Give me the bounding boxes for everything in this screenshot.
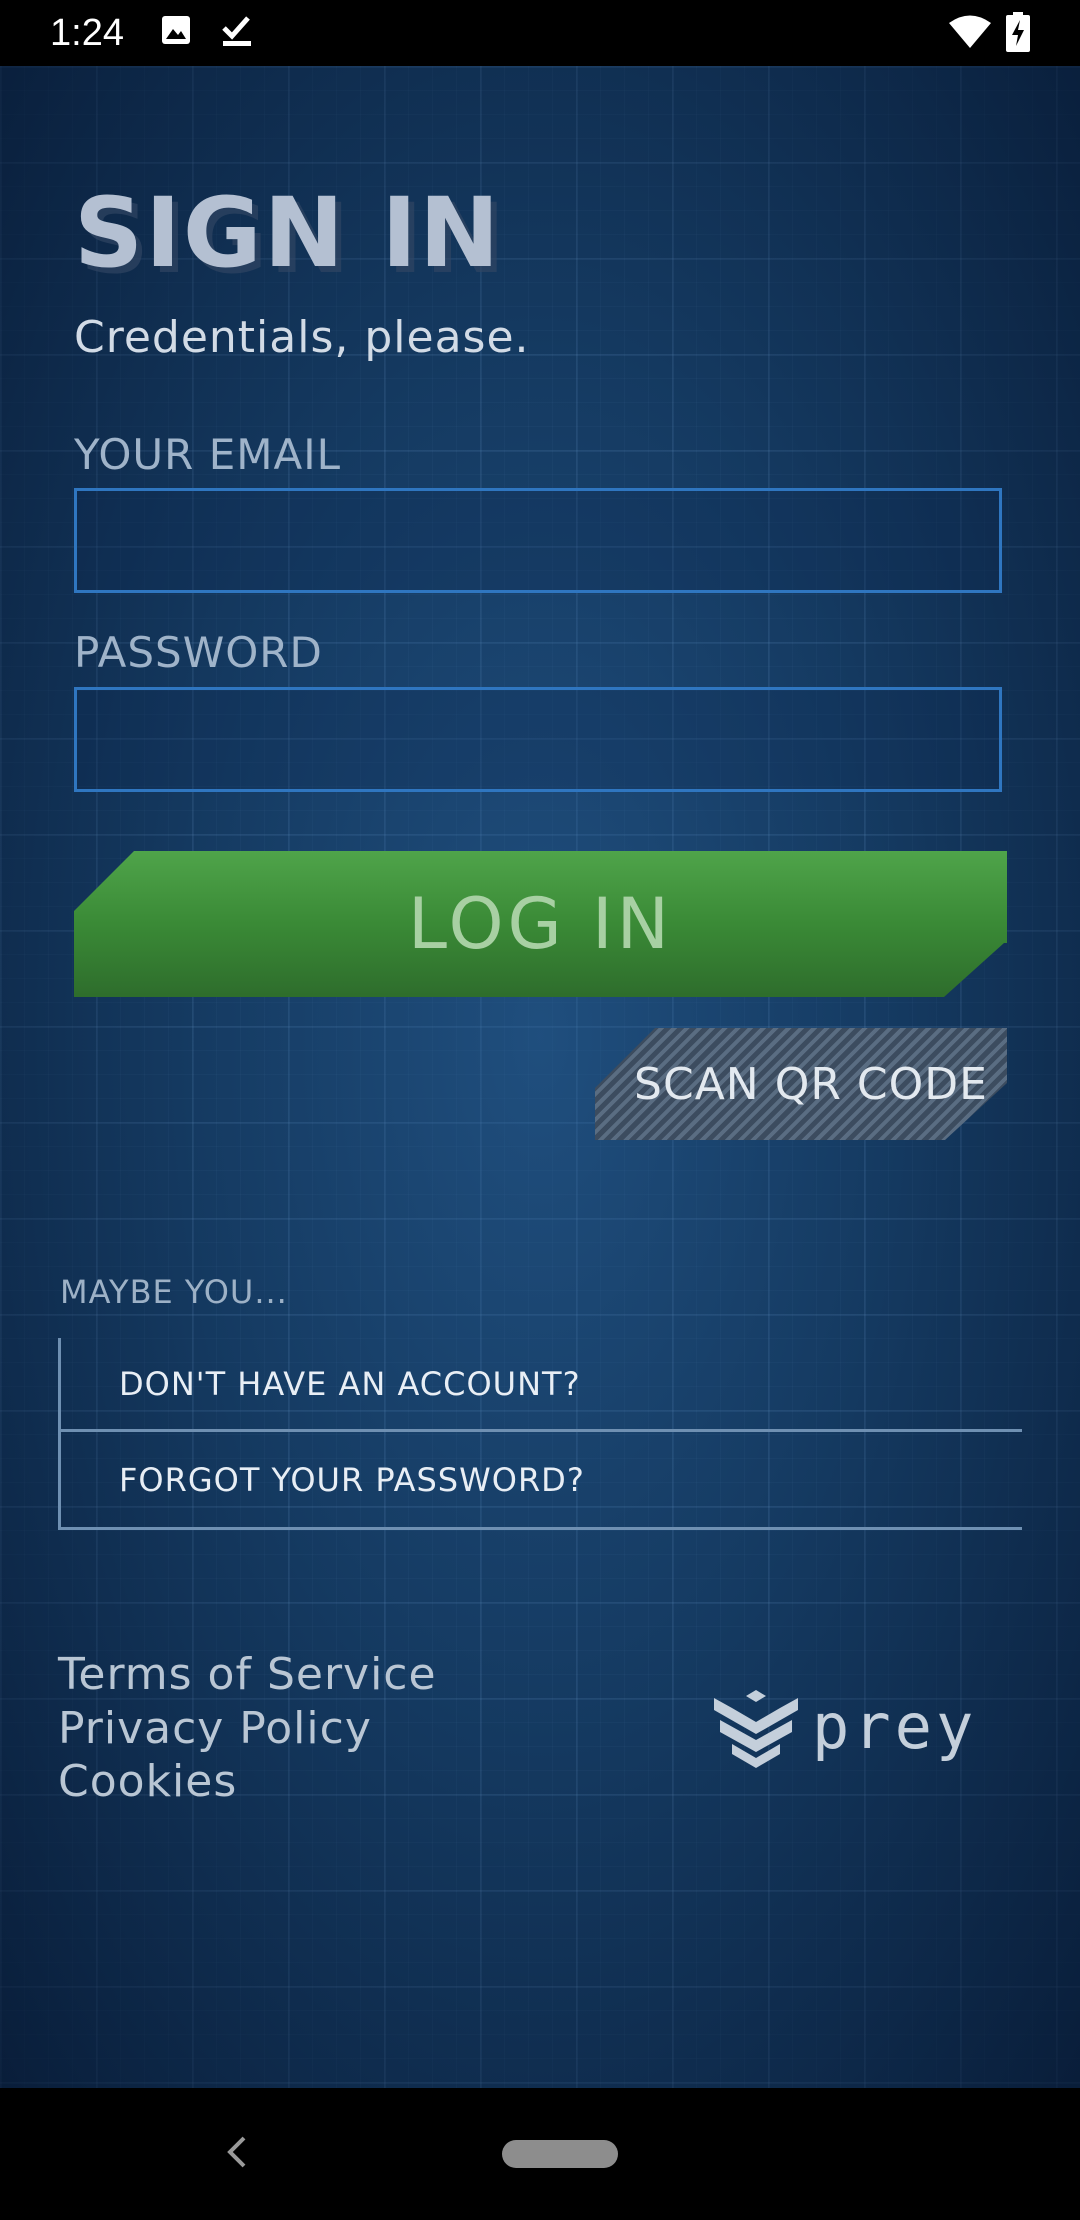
cookies-link[interactable]: Cookies [58, 1755, 237, 1809]
scan-qr-button[interactable]: SCAN QR CODE [595, 1028, 1007, 1140]
screen: 1:24 SIGN IN Credentials, please. YOUR E… [0, 0, 1080, 2220]
download-check-icon [220, 14, 254, 52]
page-subtitle: Credentials, please. [74, 312, 530, 363]
navigation-bar [0, 2088, 1080, 2220]
alternatives-heading: MAYBE YOU... [60, 1273, 288, 1311]
scan-qr-button-label: SCAN QR CODE [634, 1058, 988, 1110]
prey-logo-wordmark: prey [812, 1690, 977, 1763]
app-content: SIGN IN Credentials, please. YOUR EMAIL … [0, 66, 1080, 2088]
wifi-icon [948, 14, 992, 54]
forgot-password-link[interactable]: FORGOT YOUR PASSWORD? [61, 1433, 1022, 1527]
home-pill[interactable] [502, 2140, 618, 2168]
password-field[interactable] [74, 687, 1002, 792]
prey-logo: prey [712, 1688, 1004, 1776]
login-button-label: LOG IN [407, 883, 674, 965]
alternatives-list: DON'T HAVE AN ACCOUNT? FORGOT YOUR PASSW… [58, 1338, 1022, 1530]
status-bar: 1:24 [0, 0, 1080, 66]
email-field[interactable] [74, 488, 1002, 593]
status-time: 1:24 [50, 12, 124, 54]
login-button[interactable]: LOG IN [74, 851, 1007, 997]
terms-of-service-link[interactable]: Terms of Service [58, 1648, 437, 1702]
back-icon[interactable] [222, 2132, 252, 2176]
password-label: PASSWORD [74, 628, 323, 677]
page-title: SIGN IN [74, 177, 502, 289]
privacy-policy-link[interactable]: Privacy Policy [58, 1702, 372, 1756]
image-icon [160, 14, 192, 50]
battery-charging-icon [1006, 12, 1030, 56]
create-account-link[interactable]: DON'T HAVE AN ACCOUNT? [61, 1338, 1022, 1432]
email-label: YOUR EMAIL [74, 430, 341, 479]
